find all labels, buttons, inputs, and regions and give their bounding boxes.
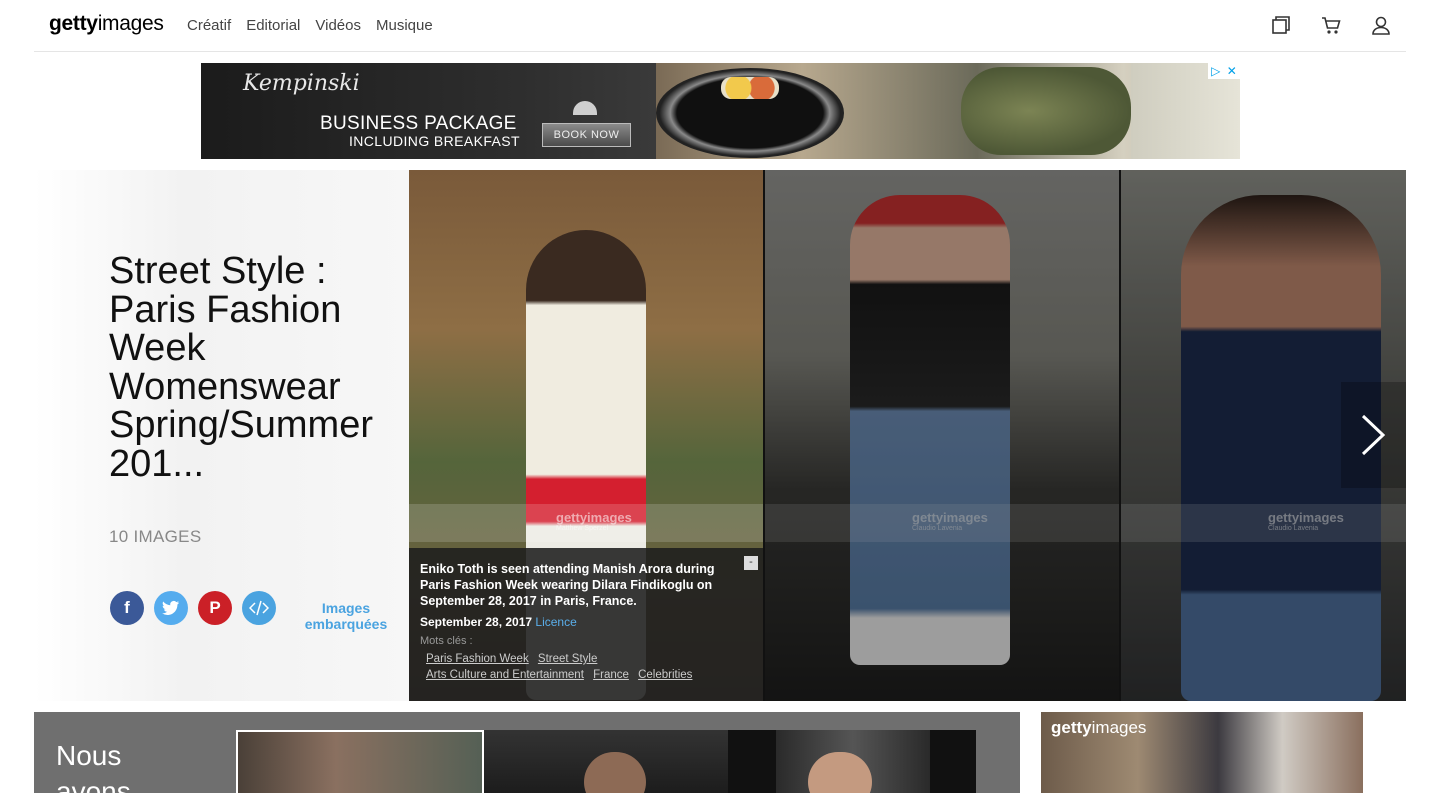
promo-heading-2: avons — [56, 776, 131, 793]
getty-watermark: gettyimages Claudio Lavenia — [1268, 510, 1344, 532]
twitter-icon[interactable] — [154, 591, 188, 625]
caption-date: September 28, 2017 Licence — [420, 615, 577, 629]
gallery-photo-2[interactable]: gettyimages Claudio Lavenia — [765, 170, 1119, 701]
promo-heading: Nous — [56, 740, 122, 771]
adchoices-play-icon: ▷ — [1211, 64, 1221, 78]
keywords-label: Mots clés : — [420, 635, 473, 647]
share-buttons: f P — [110, 591, 276, 625]
getty-side-ad[interactable]: gettyimages — [1041, 712, 1363, 793]
embed-label-line-1: Images — [321, 600, 371, 616]
chevron-right-icon — [1361, 414, 1386, 456]
gallery-title[interactable]: Street Style : Paris Fashion Week Womens… — [109, 252, 399, 483]
book-now-button[interactable]: BOOK NOW — [542, 123, 631, 147]
ad-subline: INCLUDING BREAKFAST — [349, 133, 520, 149]
embed-code-icon[interactable] — [242, 591, 276, 625]
promo-thumbnail-1[interactable] — [236, 730, 484, 793]
ad-headline: BUSINESS PACKAGE — [320, 113, 517, 134]
person-figure — [850, 195, 1010, 665]
tag-link[interactable]: Celebrities — [638, 669, 692, 681]
watermark-bar — [1121, 504, 1406, 542]
ad-pillow-image — [961, 67, 1131, 155]
tag-link[interactable]: Street Style — [538, 653, 597, 665]
person-figure — [584, 752, 646, 793]
ad-flowers-image — [721, 77, 779, 99]
gallery-photo-1[interactable]: gettyimages Matthew Sperzel Eniko Toth is… — [409, 170, 763, 701]
ad-close-icon[interactable]: ✕ — [1227, 64, 1237, 78]
gallery-info-panel: Street Style : Paris Fashion Week Womens… — [34, 170, 409, 701]
image-count: 10 IMAGES — [109, 527, 202, 546]
keyword-tags: Paris Fashion Week Street Style Arts Cul… — [426, 651, 746, 683]
promo-thumbnail-3[interactable] — [728, 730, 976, 793]
account-icon[interactable] — [1370, 14, 1392, 36]
tag-link[interactable]: France — [593, 669, 629, 681]
getty-logo[interactable]: gettyimages — [49, 12, 164, 36]
adchoices-icon[interactable]: ▷ ✕ — [1208, 63, 1240, 79]
promo-strip: Nous avons — [34, 712, 1020, 793]
next-slide-button[interactable] — [1341, 382, 1406, 488]
facebook-icon[interactable]: f — [110, 591, 144, 625]
photo-caption-overlay: Eniko Toth is seen attending Manish Aror… — [409, 548, 763, 701]
getty-watermark: gettyimages Claudio Lavenia — [912, 510, 988, 532]
boards-icon[interactable] — [1270, 14, 1292, 36]
license-link[interactable]: Licence — [535, 615, 576, 629]
nav-link-creatif[interactable]: Créatif — [187, 17, 231, 34]
kempinski-banner-ad[interactable]: Kempinski BUSINESS PACKAGE INCLUDING BRE… — [201, 63, 1240, 159]
caption-text: Eniko Toth is seen attending Manish Aror… — [420, 562, 715, 608]
cart-icon[interactable] — [1320, 14, 1342, 36]
promo-thumbnail-2[interactable] — [484, 730, 728, 793]
main-nav: Créatif Editorial Vidéos Musique — [187, 17, 433, 34]
embed-images-link[interactable]: Images embarquées — [296, 600, 396, 632]
pinterest-icon[interactable]: P — [198, 591, 232, 625]
ad-brand-logo: Kempinski — [243, 71, 360, 96]
nav-link-videos[interactable]: Vidéos — [315, 17, 361, 34]
minimize-caption-button[interactable]: - — [744, 556, 758, 570]
photo-gallery: gettyimages Matthew Sperzel Eniko Toth is… — [409, 170, 1406, 701]
getty-watermark: gettyimages Matthew Sperzel — [556, 510, 632, 532]
tag-link[interactable]: Arts Culture and Entertainment — [426, 669, 584, 681]
tag-link[interactable]: Paris Fashion Week — [426, 653, 529, 665]
nav-divider — [34, 51, 1406, 52]
top-navigation: gettyimages Créatif Editorial Vidéos Mus… — [0, 0, 1440, 52]
nav-icons — [1270, 14, 1392, 36]
getty-logo-ad: gettyimages — [1051, 718, 1147, 737]
embed-label-line-2: embarquées — [304, 616, 388, 632]
nav-link-musique[interactable]: Musique — [376, 17, 433, 34]
nav-link-editorial[interactable]: Editorial — [246, 17, 300, 34]
